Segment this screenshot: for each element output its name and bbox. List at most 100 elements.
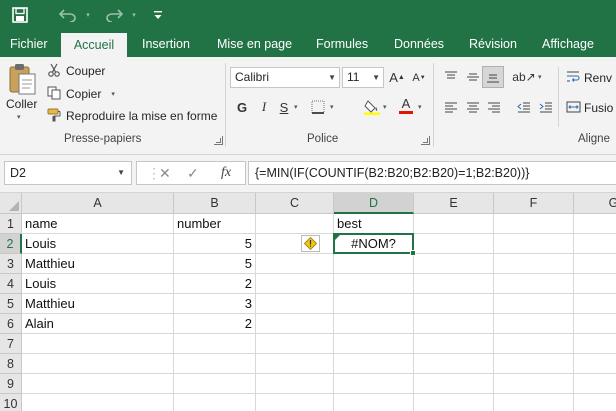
font-color-dropdown-icon[interactable]: ▾	[418, 103, 422, 111]
cell-f5[interactable]	[494, 294, 574, 314]
cell-g5[interactable]	[574, 294, 616, 314]
name-box[interactable]: D2 ▼	[4, 161, 132, 185]
cell-g7[interactable]	[574, 334, 616, 354]
cell-d8[interactable]	[334, 354, 414, 374]
cell-c10[interactable]	[256, 394, 334, 411]
paste-icon[interactable]	[8, 61, 40, 97]
cell-g8[interactable]	[574, 354, 616, 374]
save-icon[interactable]	[8, 4, 32, 26]
cell-f4[interactable]	[494, 274, 574, 294]
cell-a7[interactable]	[22, 334, 174, 354]
cell-e7[interactable]	[414, 334, 494, 354]
cell-f2[interactable]	[494, 234, 574, 254]
tab-insertion[interactable]: Insertion	[142, 31, 190, 57]
cell-f8[interactable]	[494, 354, 574, 374]
tab-donnees[interactable]: Données	[394, 31, 444, 57]
paste-dropdown-icon[interactable]: ▾	[17, 113, 21, 121]
cell-g4[interactable]	[574, 274, 616, 294]
cell-a3[interactable]: Matthieu	[22, 254, 174, 274]
font-name-select[interactable]: Calibri ▼	[230, 67, 340, 88]
column-header-g[interactable]: G	[574, 193, 616, 214]
cell-b4[interactable]: 2	[174, 274, 256, 294]
fill-color-icon[interactable]	[362, 97, 382, 117]
cell-d9[interactable]	[334, 374, 414, 394]
font-launcher-icon[interactable]	[421, 136, 430, 145]
cell-a9[interactable]	[22, 374, 174, 394]
cell-g9[interactable]	[574, 374, 616, 394]
cell-b5[interactable]: 3	[174, 294, 256, 314]
insert-function-icon[interactable]: fx	[221, 162, 231, 184]
undo-dropdown-icon[interactable]: ▾	[82, 4, 94, 26]
align-top-icon[interactable]	[441, 67, 461, 87]
cell-d6[interactable]	[334, 314, 414, 334]
orientation-dropdown-icon[interactable]: ▾	[538, 73, 542, 81]
cell-c5[interactable]	[256, 294, 334, 314]
cell-c8[interactable]	[256, 354, 334, 374]
cell-e6[interactable]	[414, 314, 494, 334]
cell-e10[interactable]	[414, 394, 494, 411]
cell-f10[interactable]	[494, 394, 574, 411]
cell-b3[interactable]: 5	[174, 254, 256, 274]
tab-affichage[interactable]: Affichage	[542, 31, 594, 57]
cell-d2[interactable]: #NOM?	[334, 234, 414, 254]
borders-dropdown-icon[interactable]: ▾	[330, 103, 334, 111]
row-header-4[interactable]: 4	[0, 274, 22, 294]
clipboard-launcher-icon[interactable]	[214, 136, 223, 145]
copy-button[interactable]: Copier ▾	[47, 86, 115, 102]
cell-d1[interactable]: best	[334, 214, 414, 234]
cell-a6[interactable]: Alain	[22, 314, 174, 334]
warning-icon[interactable]	[301, 235, 320, 252]
cell-c1[interactable]	[256, 214, 334, 234]
cell-c2[interactable]	[256, 234, 334, 254]
align-center-icon[interactable]	[463, 98, 483, 118]
cell-g6[interactable]	[574, 314, 616, 334]
orientation-icon[interactable]: ab↗	[512, 67, 535, 87]
column-header-f[interactable]: F	[494, 193, 574, 214]
cell-b6[interactable]: 2	[174, 314, 256, 334]
cell-a1[interactable]: name	[22, 214, 174, 234]
row-header-3[interactable]: 3	[0, 254, 22, 274]
copy-dropdown-icon[interactable]: ▾	[111, 90, 115, 98]
row-header-8[interactable]: 8	[0, 354, 22, 374]
cell-g10[interactable]	[574, 394, 616, 411]
redo-icon[interactable]	[102, 4, 126, 26]
cell-a2[interactable]: Louis	[22, 234, 174, 254]
align-bottom-icon[interactable]	[482, 66, 504, 88]
cell-f3[interactable]	[494, 254, 574, 274]
cut-button[interactable]: Couper	[47, 63, 105, 79]
cell-e2[interactable]	[414, 234, 494, 254]
align-right-icon[interactable]	[484, 98, 504, 118]
cell-b2[interactable]: 5	[174, 234, 256, 254]
cell-f1[interactable]	[494, 214, 574, 234]
cell-d4[interactable]	[334, 274, 414, 294]
cell-e9[interactable]	[414, 374, 494, 394]
fill-handle[interactable]	[410, 250, 416, 256]
tab-mise-en-page[interactable]: Mise en page	[217, 31, 292, 57]
cell-e5[interactable]	[414, 294, 494, 314]
cell-b9[interactable]	[174, 374, 256, 394]
cell-f9[interactable]	[494, 374, 574, 394]
column-header-a[interactable]: A	[22, 193, 174, 214]
column-header-c[interactable]: C	[256, 193, 334, 214]
cell-f6[interactable]	[494, 314, 574, 334]
align-left-icon[interactable]	[441, 98, 461, 118]
wrap-text-button[interactable]: Renv	[566, 70, 612, 86]
cell-b8[interactable]	[174, 354, 256, 374]
font-size-select[interactable]: 11 ▼	[342, 67, 384, 88]
tab-formules[interactable]: Formules	[316, 31, 368, 57]
cell-f7[interactable]	[494, 334, 574, 354]
cell-e1[interactable]	[414, 214, 494, 234]
tab-revision[interactable]: Révision	[469, 31, 517, 57]
font-color-icon[interactable]: A	[396, 95, 416, 115]
paste-button[interactable]: Coller	[6, 97, 37, 111]
row-header-7[interactable]: 7	[0, 334, 22, 354]
align-middle-icon[interactable]	[463, 67, 483, 87]
enter-icon[interactable]: ✓	[187, 162, 199, 184]
cell-d3[interactable]	[334, 254, 414, 274]
redo-dropdown-icon[interactable]: ▾	[128, 4, 140, 26]
tab-accueil[interactable]: Accueil	[61, 33, 127, 57]
increase-indent-icon[interactable]	[536, 98, 556, 118]
customize-icon[interactable]	[150, 4, 166, 26]
underline-dropdown-icon[interactable]: ▾	[294, 103, 298, 111]
cell-c7[interactable]	[256, 334, 334, 354]
